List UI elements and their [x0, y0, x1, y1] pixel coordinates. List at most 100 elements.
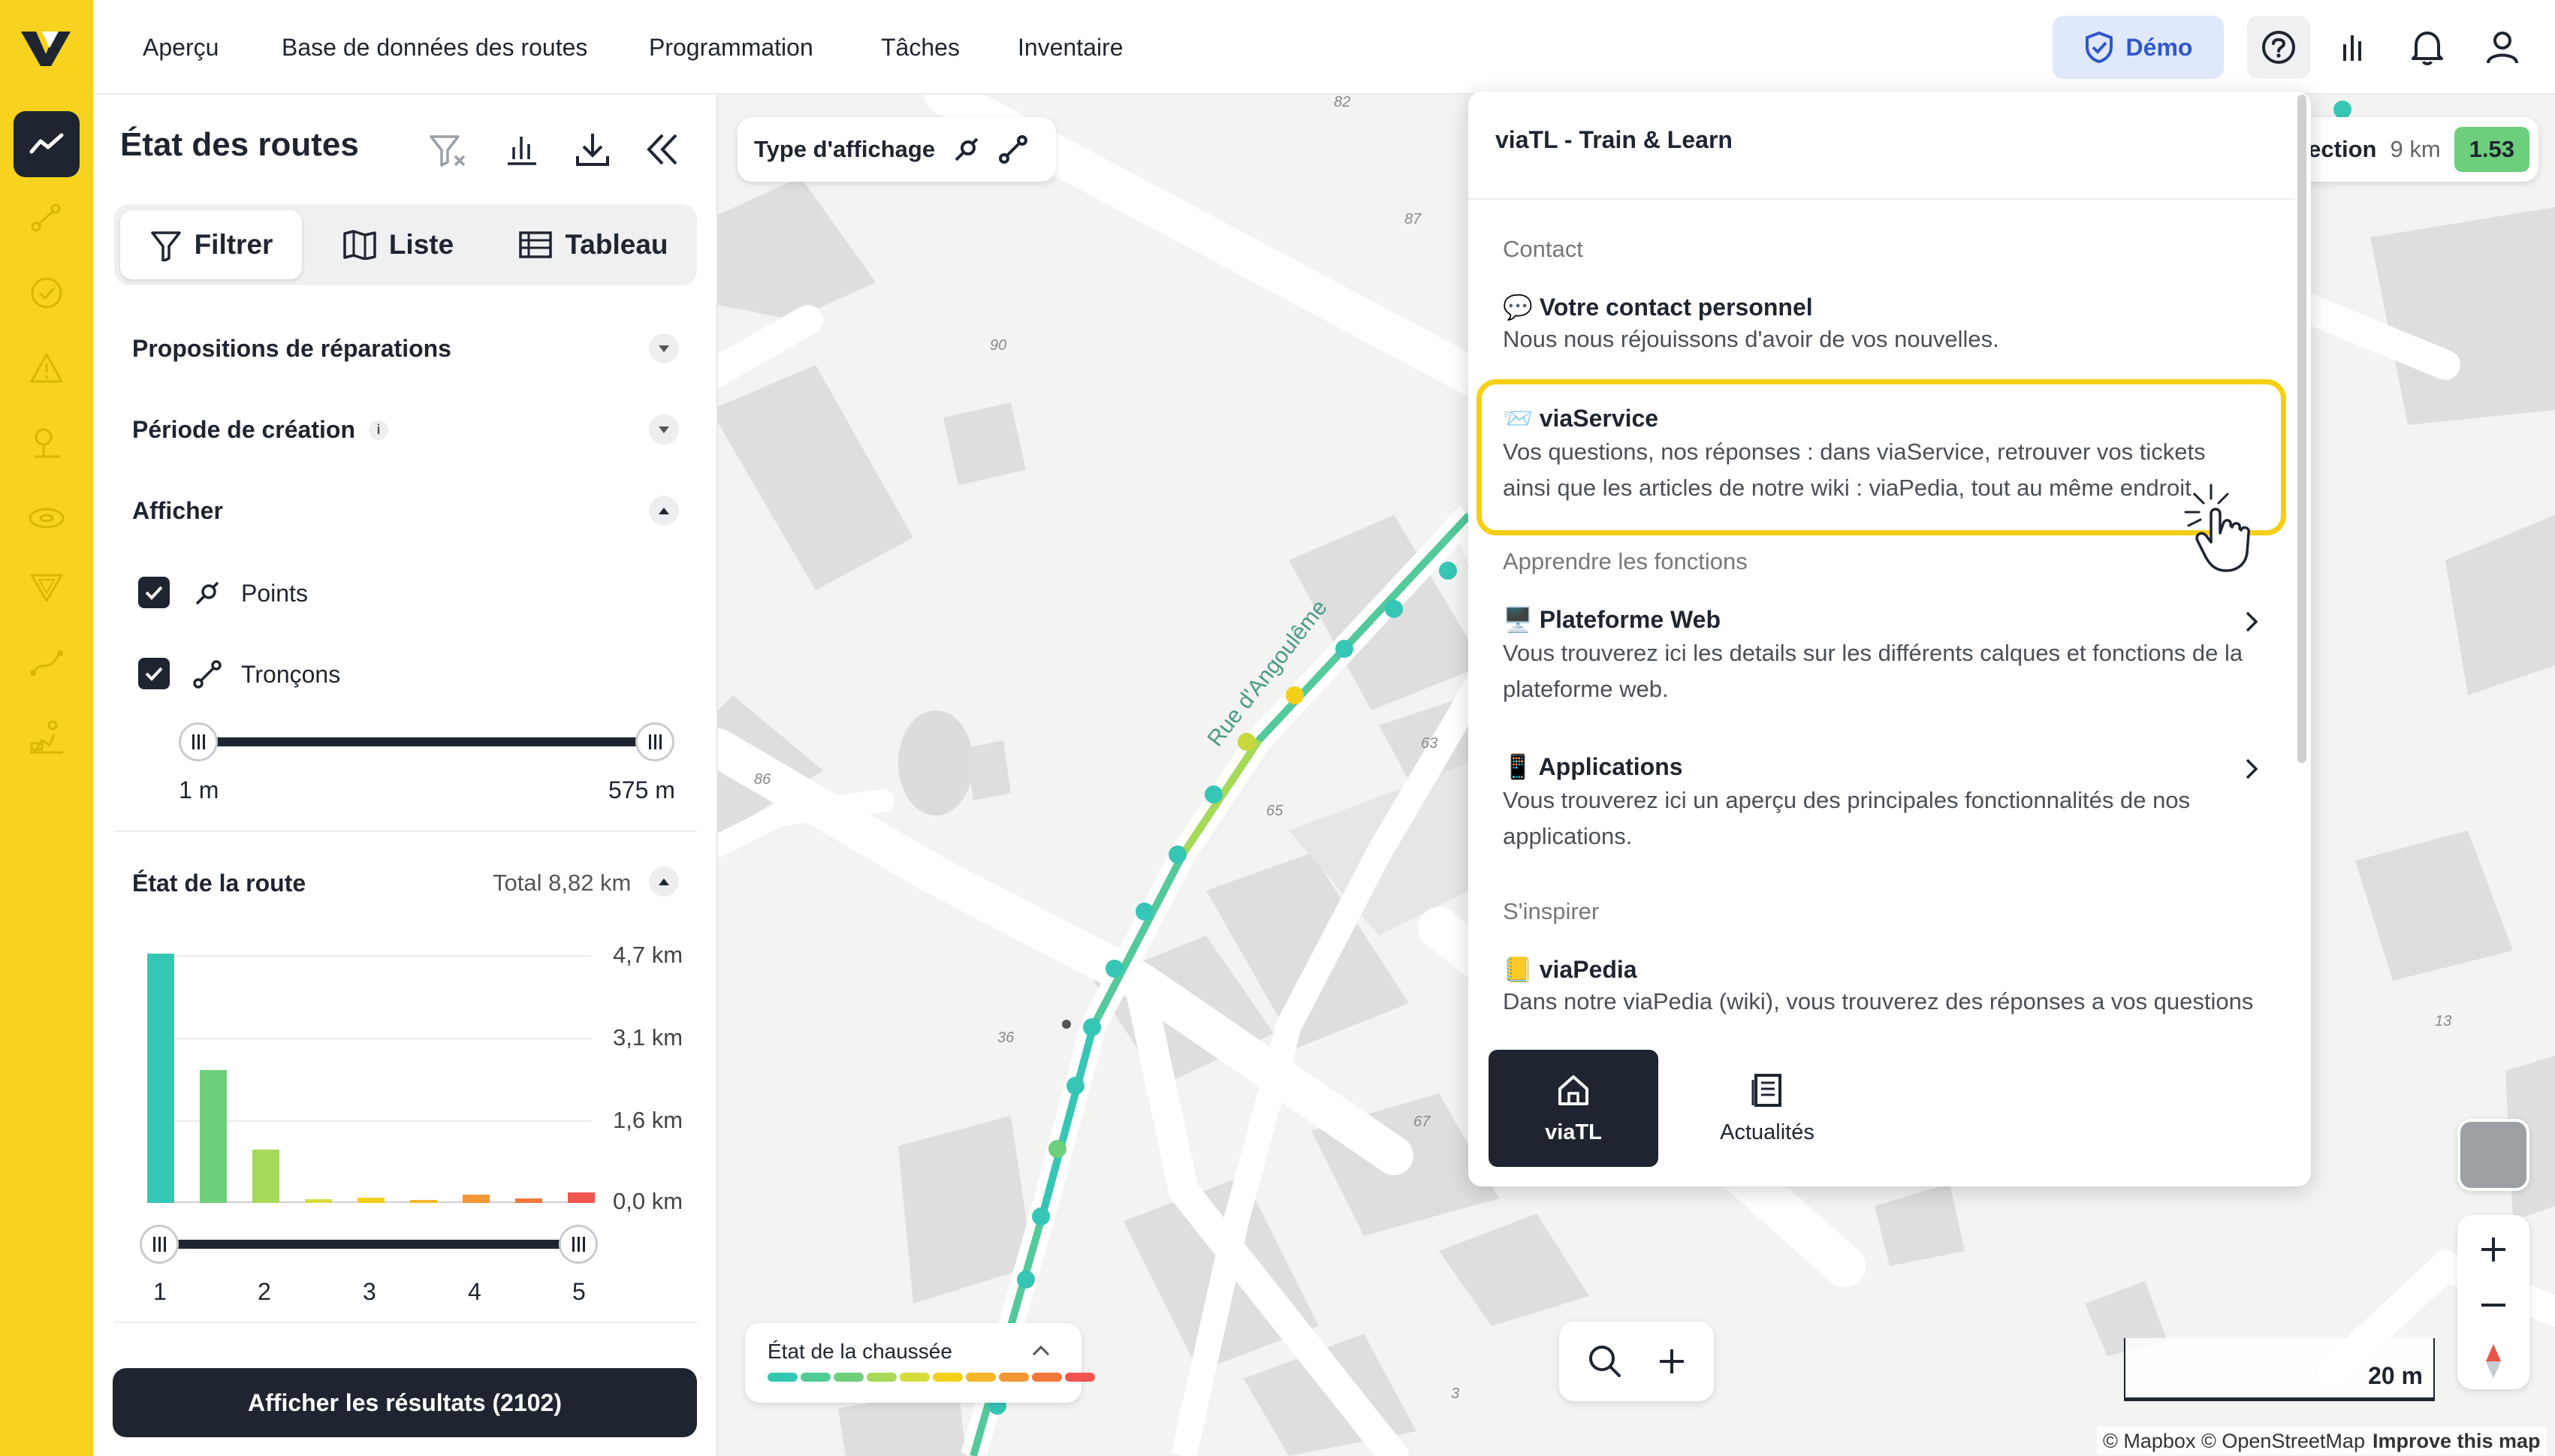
applications-heading[interactable]: 📱 Applications [1503, 752, 1683, 781]
house-number: 13 [2435, 1013, 2451, 1029]
warning-icon[interactable] [14, 335, 80, 401]
show-results-button[interactable]: Afficher les résultats (2102) [113, 1368, 697, 1437]
point-mode-icon[interactable] [952, 134, 982, 164]
web-platform-heading[interactable]: 🖥️ Plateforme Web [1503, 605, 1721, 634]
condition-slider-max-handle[interactable] [559, 1225, 598, 1264]
section-inspire: S'inspirer [1503, 898, 1600, 924]
house-number: 65 [1266, 803, 1284, 819]
house-number: 63 [1421, 735, 1437, 752]
improve-map-link[interactable]: Improve this map [2372, 1430, 2541, 1453]
nav-programmation[interactable]: Programmation [649, 0, 813, 95]
condition-slider-track[interactable] [159, 1240, 580, 1249]
divider [114, 830, 697, 832]
worker-icon[interactable] [14, 704, 80, 770]
histogram-bar[interactable] [305, 1199, 332, 1203]
chevron-down-icon[interactable] [649, 414, 679, 445]
road-surface-legend[interactable]: État de la chaussée [745, 1323, 1095, 1403]
viapedia-heading[interactable]: 📒 viaPedia [1503, 955, 1637, 984]
compass-icon[interactable] [2483, 1343, 2504, 1380]
download-icon[interactable] [574, 131, 611, 168]
tab-viatl[interactable]: viaTL [1489, 1050, 1658, 1167]
section-learn: Apprendre les fonctions [1503, 548, 1748, 574]
segment-filtrer-label: Filtrer [194, 229, 273, 260]
house-number: 86 [754, 771, 771, 788]
path-icon[interactable] [14, 629, 80, 695]
zoom-controls [2457, 1215, 2529, 1389]
nav-apercu[interactable]: Aperçu [143, 0, 219, 95]
period-label: Période de création [132, 416, 355, 443]
sidebar [93, 95, 718, 1456]
chevron-right-icon[interactable] [2243, 757, 2260, 781]
histogram-bar[interactable] [463, 1195, 490, 1203]
segment-filtrer[interactable]: Filtrer [120, 210, 302, 279]
segment-mode-icon[interactable] [998, 134, 1028, 164]
trend-icon[interactable] [14, 111, 80, 177]
histogram-bar[interactable] [568, 1192, 595, 1203]
legend-scale [768, 1373, 1095, 1382]
length-slider-max-handle[interactable] [635, 722, 674, 761]
left-rail [0, 0, 93, 1456]
accordion-repairs[interactable]: Propositions de réparations [132, 335, 451, 363]
histogram-bar[interactable] [515, 1198, 542, 1203]
zoom-in-icon[interactable] [2478, 1234, 2508, 1265]
chevron-down-icon[interactable] [649, 333, 679, 363]
length-slider-track[interactable] [200, 737, 656, 746]
histogram-bar[interactable] [252, 1150, 279, 1203]
route-nodes-icon[interactable] [14, 185, 80, 251]
disc-icon[interactable] [14, 485, 80, 551]
tab-actualites-label: Actualités [1720, 1120, 1814, 1144]
check-circle-icon[interactable] [14, 260, 80, 326]
table-icon [519, 231, 553, 258]
histogram-bar[interactable] [410, 1200, 437, 1203]
popup-scrollbar[interactable] [2297, 95, 2306, 763]
nav-inventaire[interactable]: Inventaire [1018, 0, 1124, 95]
checkbox-troncons[interactable] [138, 658, 170, 689]
histogram-bar[interactable] [357, 1198, 385, 1203]
demo-button[interactable]: Démo [2053, 16, 2224, 79]
length-slider-min-handle[interactable] [179, 722, 218, 761]
accordion-period[interactable]: Période de création i [132, 416, 388, 444]
contact-heading[interactable]: 💬 Votre contact personnel [1503, 293, 1813, 321]
road-state-title[interactable]: État de la route [132, 870, 306, 897]
viatl-logo[interactable] [20, 26, 72, 71]
chart-icon[interactable] [505, 132, 539, 167]
user-icon[interactable] [2471, 16, 2534, 79]
segment-liste[interactable]: Liste [315, 210, 481, 279]
checkbox-points[interactable] [138, 577, 170, 608]
nav-taches[interactable]: Tâches [881, 0, 960, 95]
add-icon[interactable] [1657, 1346, 1687, 1376]
chevron-up-icon[interactable] [649, 867, 679, 897]
accordion-display[interactable]: Afficher [132, 497, 223, 525]
yield-sign-icon[interactable] [14, 554, 80, 620]
tab-actualites[interactable]: Actualités [1682, 1050, 1852, 1167]
chevron-up-icon[interactable] [1030, 1343, 1051, 1358]
histogram-bar[interactable] [200, 1070, 227, 1203]
attribution-text[interactable]: © Mapbox © OpenStreetMap [2103, 1430, 2365, 1453]
segment-tableau[interactable]: Tableau [494, 210, 692, 279]
tree-icon[interactable] [14, 410, 80, 476]
length-min-label: 1 m [179, 776, 219, 803]
stats-icon[interactable] [2322, 16, 2385, 79]
viaservice-highlight[interactable] [1477, 379, 2286, 535]
search-icon[interactable] [1586, 1343, 1624, 1380]
info-icon[interactable]: i [368, 420, 388, 440]
help-icon[interactable] [2247, 16, 2310, 79]
y-tick-label: 4,7 km [613, 942, 683, 968]
satellite-toggle[interactable] [2457, 1119, 2529, 1191]
bell-icon[interactable] [2396, 16, 2459, 79]
histogram-bar[interactable] [147, 954, 174, 1203]
zoom-out-icon[interactable] [2478, 1290, 2508, 1320]
nav-road-database[interactable]: Base de données des routes [282, 0, 587, 95]
filter-clear-icon[interactable] [428, 132, 469, 170]
collapse-panel-icon[interactable] [644, 132, 680, 167]
chevron-up-icon[interactable] [649, 496, 679, 526]
popup-title: viaTL - Train & Learn [1495, 126, 1733, 153]
x-tick-label: 5 [572, 1278, 586, 1305]
section-info[interactable]: ection 9 km 1.53 [2283, 117, 2538, 182]
tab-viatl-label: viaTL [1545, 1120, 1602, 1144]
shield-check-icon [2085, 32, 2113, 63]
display-type-control[interactable]: Type d'affichage [738, 117, 1056, 182]
y-tick-label: 3,1 km [613, 1024, 683, 1051]
condition-slider-min-handle[interactable] [140, 1225, 179, 1264]
chevron-right-icon[interactable] [2243, 610, 2260, 634]
